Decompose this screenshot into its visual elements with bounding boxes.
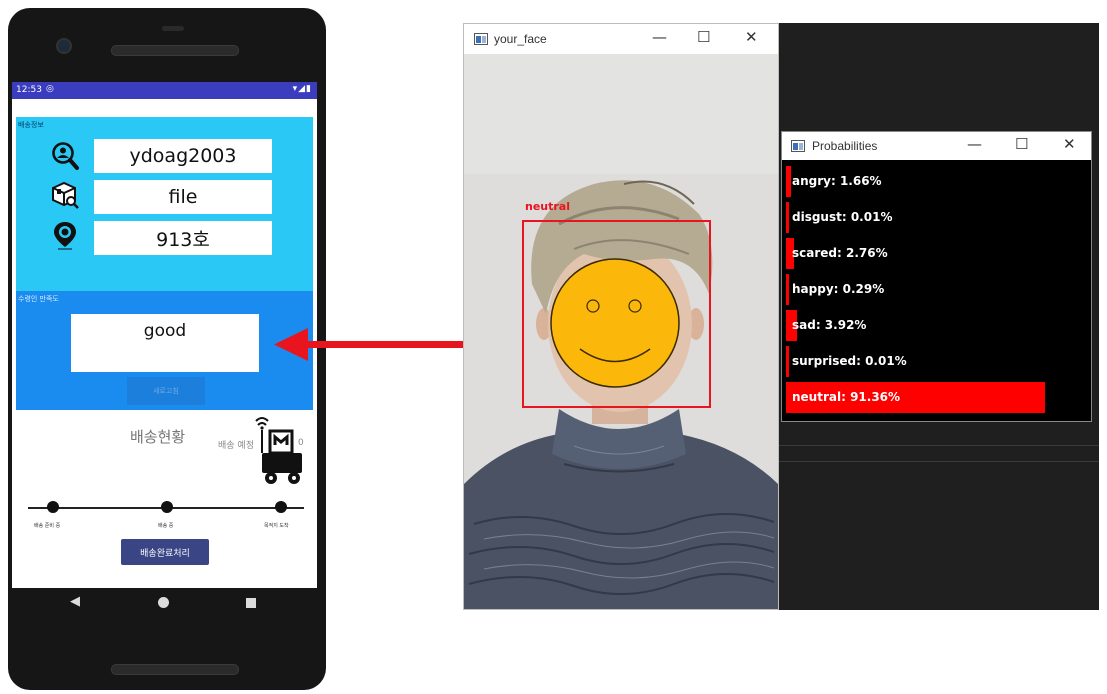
probabilities-window-titlebar[interactable]: Probabilities — ☐ ✕: [782, 132, 1091, 160]
complete-delivery-button[interactable]: 배송완료처리: [121, 539, 209, 565]
probability-bar: [786, 274, 789, 305]
camera-feed: neutral: [464, 54, 778, 609]
probability-label: sad: 3.92%: [792, 318, 867, 332]
delivery-status-title: 배송현황: [130, 428, 186, 446]
probability-bar: [786, 202, 789, 233]
probabilities-window-title: Probabilities: [812, 139, 878, 153]
probability-bar: [786, 166, 791, 197]
delivery-info-title: 배송정보: [18, 121, 44, 129]
satisfaction-value: good: [71, 314, 259, 372]
probability-label: angry: 1.66%: [792, 174, 882, 188]
status-time: 12:53: [16, 85, 42, 95]
phone-earpiece: [111, 45, 239, 56]
detection-label: neutral: [525, 200, 570, 213]
phone-speaker: [111, 664, 239, 675]
step-dot-preparing: [47, 501, 59, 513]
probability-label: neutral: 91.36%: [792, 390, 901, 404]
status-icons: ▾◢▮: [292, 84, 312, 94]
step-dot-shipping: [161, 501, 173, 513]
eta-label: 배송 예정: [218, 441, 254, 451]
probability-label: scared: 2.76%: [792, 246, 888, 260]
probability-label: happy: 0.29%: [792, 282, 885, 296]
probability-bar: [786, 346, 789, 377]
face-window-titlebar[interactable]: your_face — ☐ ✕: [464, 24, 778, 54]
window-app-icon: [474, 33, 488, 45]
notification-icon: ◎: [46, 84, 54, 94]
refresh-button[interactable]: 새로고침: [127, 377, 205, 405]
satisfaction-title: 수령인 만족도: [18, 295, 59, 303]
satisfaction-panel: 수령인 만족도 good 새로고침: [16, 291, 313, 410]
nav-recent-apps-button[interactable]: [246, 598, 256, 608]
user-search-icon: [52, 142, 79, 170]
package-search-icon: [52, 181, 79, 209]
maximize-icon[interactable]: ☐: [1015, 135, 1028, 153]
close-icon[interactable]: ✕: [1063, 135, 1076, 153]
face-window-title: your_face: [494, 32, 547, 46]
status-bar: 12:53 ◎ ▾◢▮: [12, 82, 317, 99]
location-field: 913호: [94, 221, 272, 255]
probabilities-window: Probabilities — ☐ ✕ angry: 1.66% disgust:…: [781, 131, 1092, 422]
phone-screen: 12:53 ◎ ▾◢▮ 배송정보 ydoag2003 file 913호 수령인…: [12, 82, 317, 588]
arrow-left-icon: [274, 328, 308, 361]
minimize-icon[interactable]: —: [652, 28, 667, 46]
delivery-robot-icon: [255, 417, 302, 484]
delivery-info-panel: 배송정보 ydoag2003 file 913호: [16, 117, 313, 291]
close-icon[interactable]: ✕: [745, 28, 758, 46]
step-dot-arrived: [275, 501, 287, 513]
probability-label: surprised: 0.01%: [792, 354, 907, 368]
front-camera: [56, 38, 72, 54]
phone-sensor: [162, 26, 184, 31]
person-photo: [464, 54, 778, 609]
step-label-arrived: 목적지 도착: [264, 523, 289, 529]
step-label-preparing: 배송 준비 중: [34, 523, 61, 529]
face-window: your_face — ☐ ✕ neutral: [463, 23, 779, 610]
window-app-icon: [791, 140, 805, 152]
probability-label: disgust: 0.01%: [792, 210, 893, 224]
item-field: file: [94, 180, 272, 214]
nav-back-button[interactable]: ◀: [70, 594, 80, 609]
user-id-field: ydoag2003: [94, 139, 272, 173]
location-pin-icon: [54, 222, 76, 250]
minimize-icon[interactable]: —: [967, 135, 982, 153]
step-label-shipping: 배송 중: [158, 523, 174, 529]
nav-home-button[interactable]: [158, 597, 169, 608]
probabilities-list: angry: 1.66% disgust: 0.01% scared: 2.76% h…: [782, 160, 1091, 421]
maximize-icon[interactable]: ☐: [697, 28, 710, 46]
